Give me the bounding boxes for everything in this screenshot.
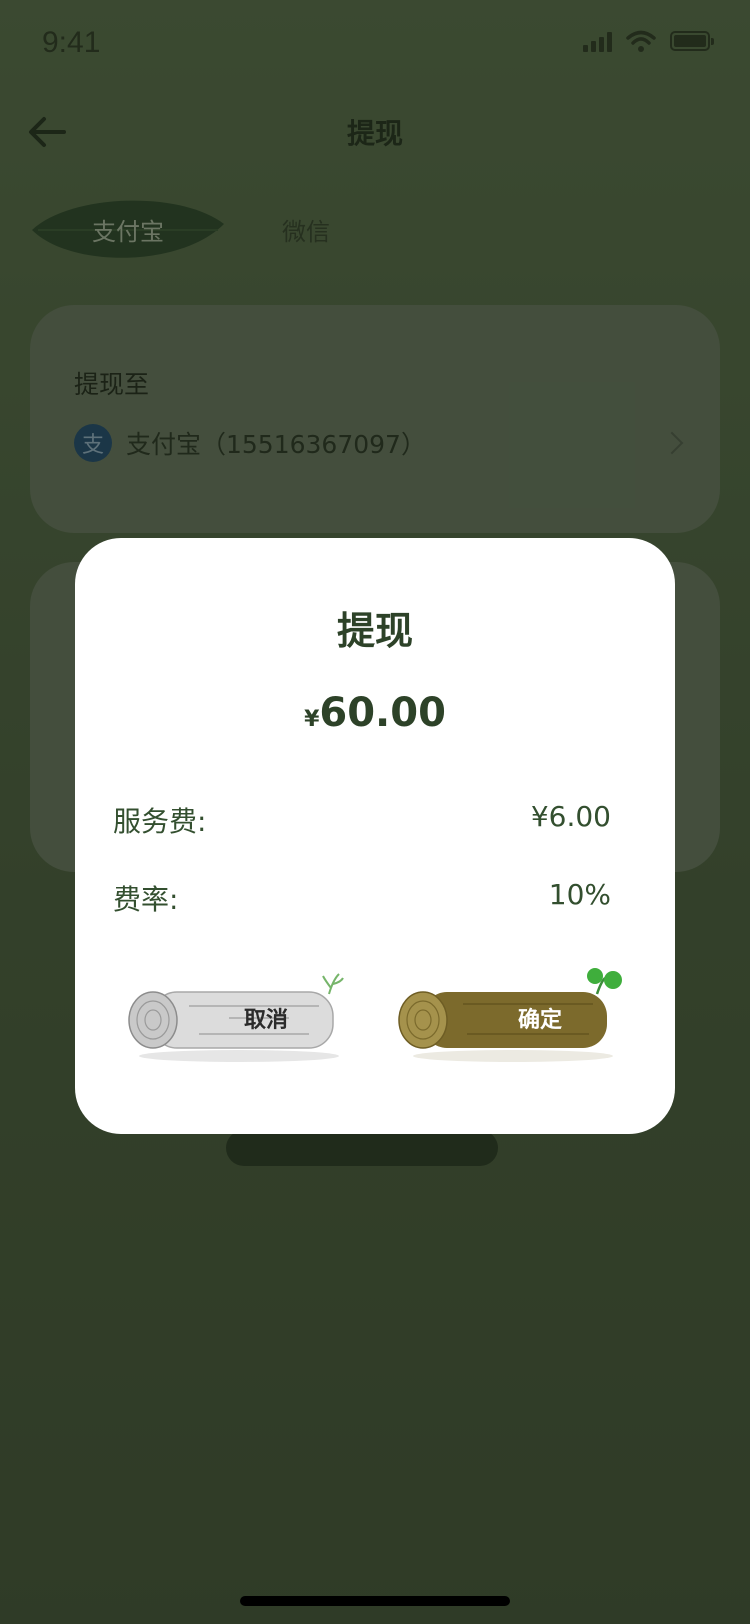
withdraw-confirm-dialog: 提现 ¥60.00 服务费: ¥6.00 费率: 10% 取消 确定 bbox=[75, 538, 675, 1134]
service-fee-row: 服务费: ¥6.00 bbox=[113, 800, 611, 840]
amount-value: 60.00 bbox=[319, 690, 446, 736]
service-fee-value: ¥6.00 bbox=[530, 800, 611, 833]
home-indicator bbox=[240, 1596, 510, 1606]
dialog-amount: ¥60.00 bbox=[75, 690, 675, 736]
confirm-label: 确定 bbox=[517, 1008, 562, 1033]
rate-value: 10% bbox=[548, 878, 611, 911]
dialog-title: 提现 bbox=[336, 609, 413, 653]
rate-row: 费率: 10% bbox=[113, 878, 611, 918]
service-fee-label: 服务费: bbox=[113, 805, 207, 838]
confirm-button[interactable]: 确定 bbox=[393, 968, 623, 1068]
cancel-button[interactable]: 取消 bbox=[119, 968, 349, 1068]
rate-label: 费率: bbox=[113, 883, 179, 916]
currency-symbol: ¥ bbox=[304, 707, 320, 732]
screen: 9:41 提现 支付宝 微信 提现至 支 支付宝（15516367097） 提现… bbox=[0, 0, 750, 1624]
cancel-label: 取消 bbox=[243, 1008, 288, 1033]
